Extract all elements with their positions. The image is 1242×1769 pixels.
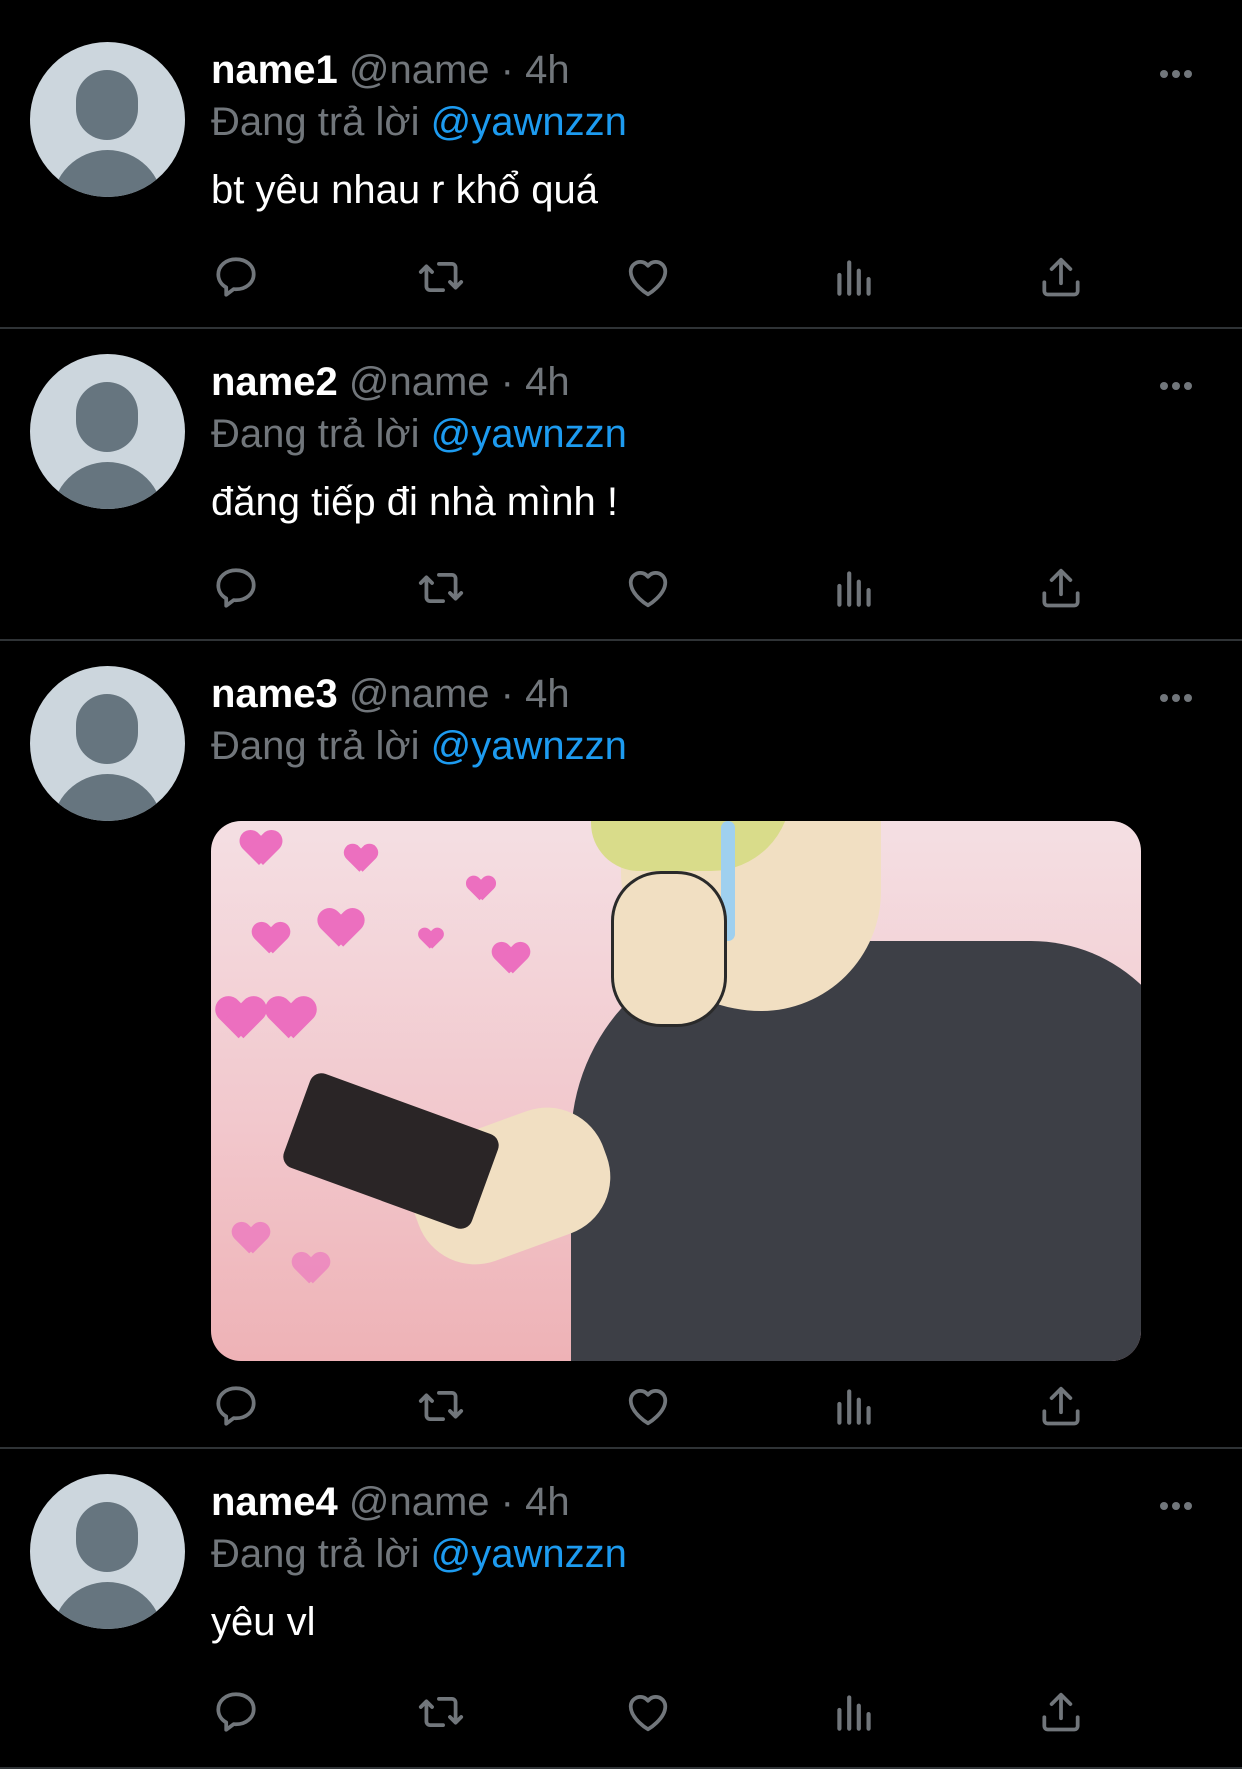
- heart-decoration: [493, 943, 529, 975]
- views-icon[interactable]: [829, 252, 879, 302]
- display-name[interactable]: name2: [211, 360, 338, 404]
- phone: [279, 1069, 503, 1233]
- avatar-head: [76, 70, 138, 140]
- action-bar: [211, 252, 1111, 302]
- replying-to: Đang trả lời @yawnzzn: [211, 721, 1212, 771]
- retweet-icon[interactable]: [416, 1381, 466, 1431]
- separator: ·: [500, 360, 514, 404]
- replying-to: Đang trả lời @yawnzzn: [211, 1529, 1212, 1579]
- replying-to: Đang trả lời @yawnzzn: [211, 409, 1212, 459]
- separator: ·: [500, 48, 514, 92]
- reply-icon[interactable]: [211, 252, 261, 302]
- reply-prefix: Đang trả lời: [211, 100, 420, 144]
- separator: ·: [500, 1480, 514, 1524]
- action-bar: [211, 563, 1111, 613]
- user-handle[interactable]: @name: [349, 360, 490, 404]
- display-name[interactable]: name4: [211, 1480, 338, 1524]
- heart-decoration: [267, 997, 315, 1040]
- heart-icon[interactable]: [623, 1687, 673, 1737]
- heart-decoration: [233, 1223, 269, 1255]
- views-icon[interactable]: [829, 1687, 879, 1737]
- more-icon[interactable]: [1160, 1497, 1198, 1510]
- avatar-head: [76, 694, 138, 764]
- views-icon[interactable]: [829, 1381, 879, 1431]
- tweet-text: bt yêu nhau r khổ quá: [211, 168, 598, 212]
- tweet-header: name3 @name · 4h: [211, 669, 1212, 719]
- reply-icon[interactable]: [211, 1687, 261, 1737]
- heart-icon[interactable]: [623, 563, 673, 613]
- retweet-icon[interactable]: [416, 252, 466, 302]
- tweet-content: name1 @name · 4h Đang trả lời @yawnzzn b…: [211, 45, 1212, 215]
- heart-decoration: [319, 909, 363, 949]
- avatar-head: [76, 1502, 138, 1572]
- avatar-body: [52, 462, 163, 509]
- replying-to: Đang trả lời @yawnzzn: [211, 97, 1212, 147]
- avatar[interactable]: [30, 666, 185, 821]
- tweet-text: đăng tiếp đi nhà mình !: [211, 480, 618, 524]
- avatar-body: [52, 150, 163, 197]
- timestamp[interactable]: 4h: [525, 1480, 570, 1524]
- heart-decoration: [293, 1253, 329, 1285]
- avatar-head: [76, 382, 138, 452]
- tweet-image[interactable]: [211, 821, 1141, 1361]
- mention-link[interactable]: @yawnzzn: [431, 724, 627, 768]
- share-icon[interactable]: [1036, 252, 1086, 302]
- reply-prefix: Đang trả lời: [211, 1532, 420, 1576]
- mention-link[interactable]: @yawnzzn: [431, 100, 627, 144]
- reply-feed: name1 @name · 4h Đang trả lời @yawnzzn b…: [0, 0, 1242, 1769]
- reply-prefix: Đang trả lời: [211, 724, 420, 768]
- timestamp[interactable]: 4h: [525, 48, 570, 92]
- tweet[interactable]: name1 @name · 4h Đang trả lời @yawnzzn b…: [0, 0, 1242, 329]
- heart-icon[interactable]: [623, 252, 673, 302]
- more-icon[interactable]: [1160, 65, 1198, 78]
- heart-decoration: [467, 876, 495, 901]
- action-bar: [211, 1687, 1111, 1737]
- separator: ·: [500, 672, 514, 716]
- heart-decoration: [419, 928, 443, 950]
- views-icon[interactable]: [829, 563, 879, 613]
- figure-hand: [611, 871, 727, 1027]
- retweet-icon[interactable]: [416, 563, 466, 613]
- display-name[interactable]: name3: [211, 672, 338, 716]
- action-bar: [211, 1381, 1111, 1431]
- avatar[interactable]: [30, 354, 185, 509]
- mention-link[interactable]: @yawnzzn: [431, 412, 627, 456]
- tweet[interactable]: name2 @name · 4h Đang trả lời @yawnzzn đ…: [0, 329, 1242, 641]
- tweet[interactable]: name3 @name · 4h Đang trả lời @yawnzzn: [0, 641, 1242, 1449]
- tweet[interactable]: name4 @name · 4h Đang trả lời @yawnzzn y…: [0, 1449, 1242, 1769]
- avatar-body: [52, 1582, 163, 1629]
- user-handle[interactable]: @name: [349, 48, 490, 92]
- avatar[interactable]: [30, 42, 185, 197]
- share-icon[interactable]: [1036, 1381, 1086, 1431]
- tweet-content: name3 @name · 4h Đang trả lời @yawnzzn: [211, 669, 1212, 771]
- heart-decoration: [241, 831, 281, 867]
- reply-icon[interactable]: [211, 563, 261, 613]
- tweet-header: name4 @name · 4h: [211, 1477, 1212, 1527]
- tweet-text: yêu vl: [211, 1600, 316, 1644]
- retweet-icon[interactable]: [416, 1687, 466, 1737]
- tweet-header: name1 @name · 4h: [211, 45, 1212, 95]
- share-icon[interactable]: [1036, 563, 1086, 613]
- heart-decoration: [217, 997, 265, 1040]
- share-icon[interactable]: [1036, 1687, 1086, 1737]
- avatar-body: [52, 774, 163, 821]
- reply-icon[interactable]: [211, 1381, 261, 1431]
- reply-prefix: Đang trả lời: [211, 412, 420, 456]
- user-handle[interactable]: @name: [349, 1480, 490, 1524]
- more-icon[interactable]: [1160, 377, 1198, 390]
- more-icon[interactable]: [1160, 689, 1198, 702]
- heart-decoration: [345, 845, 377, 874]
- display-name[interactable]: name1: [211, 48, 338, 92]
- timestamp[interactable]: 4h: [525, 360, 570, 404]
- tweet-content: name2 @name · 4h Đang trả lời @yawnzzn đ…: [211, 357, 1212, 527]
- avatar[interactable]: [30, 1474, 185, 1629]
- user-handle[interactable]: @name: [349, 672, 490, 716]
- mention-link[interactable]: @yawnzzn: [431, 1532, 627, 1576]
- tweet-content: name4 @name · 4h Đang trả lời @yawnzzn y…: [211, 1477, 1212, 1647]
- heart-icon[interactable]: [623, 1381, 673, 1431]
- tweet-header: name2 @name · 4h: [211, 357, 1212, 407]
- heart-decoration: [253, 923, 289, 955]
- timestamp[interactable]: 4h: [525, 672, 570, 716]
